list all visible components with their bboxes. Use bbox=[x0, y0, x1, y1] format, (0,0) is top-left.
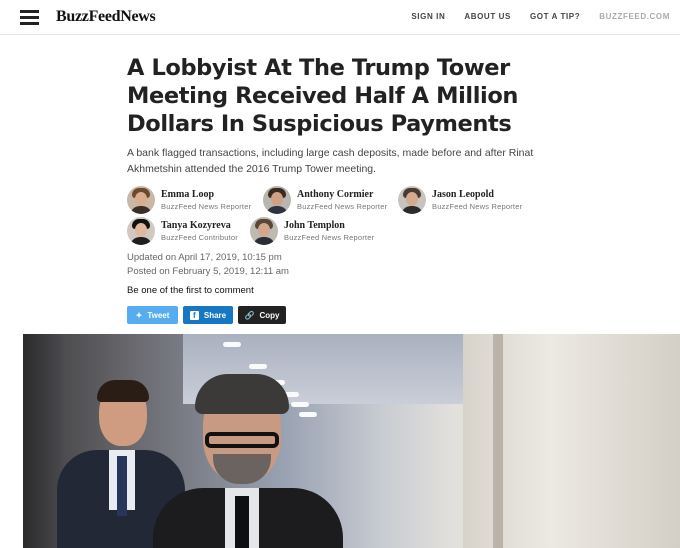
avatar bbox=[127, 217, 155, 245]
avatar bbox=[127, 186, 155, 214]
updated-date: Updated on April 17, 2019, 10:15 pm bbox=[127, 252, 282, 263]
author-role: BuzzFeed Contributor bbox=[161, 232, 238, 242]
author-role: BuzzFeed News Reporter bbox=[297, 201, 388, 211]
nav-got-a-tip[interactable]: GOT A TIP? bbox=[530, 12, 580, 21]
facebook-icon: f bbox=[189, 310, 199, 320]
comment-link[interactable]: Be one of the first to comment bbox=[127, 285, 254, 296]
nav-about-us[interactable]: ABOUT US bbox=[464, 12, 511, 21]
nav-sign-in[interactable]: SIGN IN bbox=[411, 12, 445, 21]
byline-john-templon[interactable]: John Templon BuzzFeed News Reporter bbox=[250, 217, 374, 245]
avatar bbox=[250, 217, 278, 245]
author-role: BuzzFeed News Reporter bbox=[432, 201, 523, 211]
article-dek: A bank flagged transactions, including l… bbox=[127, 147, 534, 175]
copy-link-button[interactable]: 🔗 Copy bbox=[238, 306, 286, 324]
avatar bbox=[398, 186, 426, 214]
facebook-share-button[interactable]: f Share bbox=[183, 306, 233, 324]
author-role: BuzzFeed News Reporter bbox=[161, 201, 252, 211]
tweet-button[interactable]: ✦ Tweet bbox=[127, 306, 178, 324]
byline-emma-loop[interactable]: Emma Loop BuzzFeed News Reporter bbox=[127, 186, 251, 214]
share-bar: ✦ Tweet f Share 🔗 Copy bbox=[127, 306, 286, 324]
nav-buzzfeed-com[interactable]: BUZZFEED.COM bbox=[599, 12, 670, 21]
author-name: Tanya Kozyreva bbox=[161, 219, 231, 231]
share-label: Share bbox=[203, 310, 227, 320]
byline-anthony-cormier[interactable]: Anthony Cormier BuzzFeed News Reporter bbox=[263, 186, 387, 214]
author-role: BuzzFeed News Reporter bbox=[284, 232, 375, 242]
article-title: A Lobbyist At The Trump Tower Meeting Re… bbox=[127, 55, 519, 137]
site-logo[interactable]: BuzzFeedNews bbox=[56, 8, 156, 26]
byline-tanya-kozyreva[interactable]: Tanya Kozyreva BuzzFeed Contributor bbox=[127, 217, 238, 245]
author-name: Jason Leopold bbox=[432, 188, 494, 200]
posted-date: Posted on February 5, 2019, 12:11 am bbox=[127, 266, 289, 277]
lead-photo bbox=[23, 334, 680, 548]
avatar bbox=[263, 186, 291, 214]
copy-label: Copy bbox=[259, 310, 280, 320]
timestamps: Updated on April 17, 2019, 10:15 pm Post… bbox=[127, 251, 289, 279]
author-name: John Templon bbox=[284, 219, 345, 231]
twitter-icon: ✦ bbox=[135, 310, 143, 320]
link-icon: 🔗 bbox=[244, 310, 255, 320]
author-name: Emma Loop bbox=[161, 188, 215, 200]
menu-icon[interactable] bbox=[20, 10, 39, 25]
author-name: Anthony Cormier bbox=[297, 188, 374, 200]
tweet-label: Tweet bbox=[147, 310, 170, 320]
site-header: BuzzFeedNews SIGN IN ABOUT US GOT A TIP?… bbox=[0, 0, 680, 35]
top-nav: SIGN IN ABOUT US GOT A TIP? BUZZFEED.COM bbox=[392, 12, 670, 21]
byline-jason-leopold[interactable]: Jason Leopold BuzzFeed News Reporter bbox=[398, 186, 522, 214]
